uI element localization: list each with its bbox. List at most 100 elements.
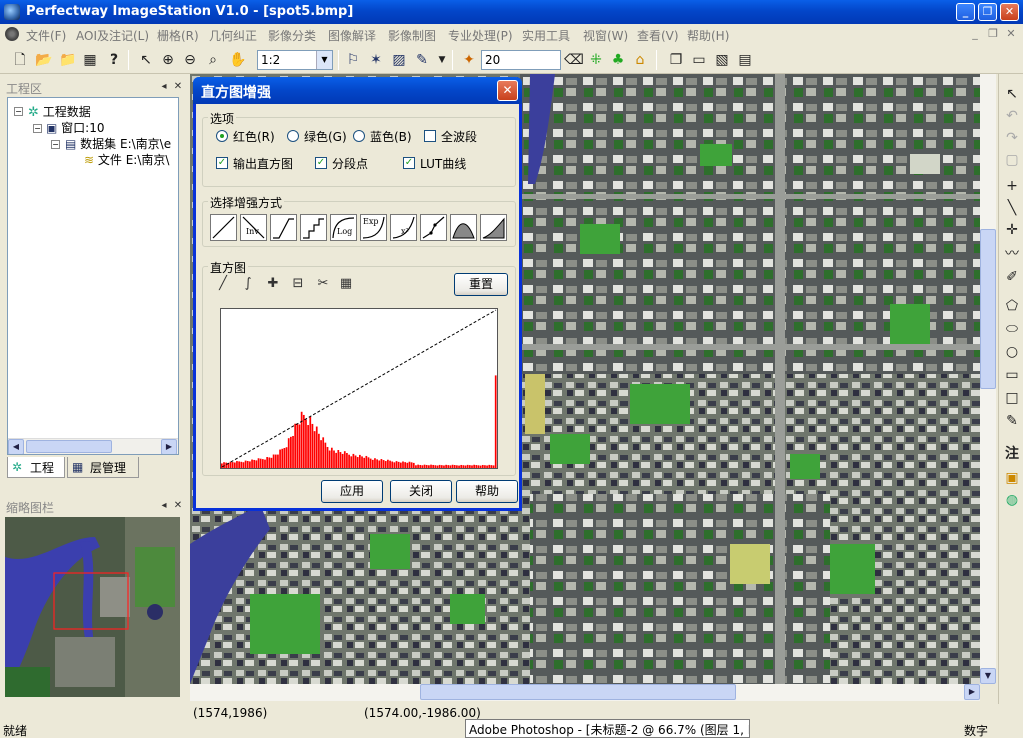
lut-curve-checkbox[interactable]: ✓ [403, 157, 415, 169]
annotation-icon[interactable]: 注 [1002, 444, 1022, 464]
equalize-method-button[interactable] [480, 214, 507, 241]
breakpoints-checkbox[interactable]: ✓ [315, 157, 327, 169]
grow-region-icon[interactable]: ⁜ [586, 50, 606, 70]
curve-tool-icon[interactable]: ∫ [237, 273, 259, 295]
menu-help[interactable]: 帮助(H) [687, 27, 729, 44]
square-icon[interactable]: □ [1002, 388, 1022, 408]
layer-stack-icon[interactable]: ❐ [666, 50, 686, 70]
thumbnail-view[interactable] [5, 517, 180, 697]
zoom-in-icon[interactable]: ⊕ [158, 50, 178, 70]
print-icon[interactable]: ▤ [735, 50, 755, 70]
radio-blue[interactable] [353, 130, 365, 142]
tree-expander[interactable]: − [14, 107, 23, 116]
erase-shape-icon[interactable]: ✎ [1002, 411, 1022, 431]
tree-item-window[interactable]: ▣ 窗口:10 [46, 119, 105, 136]
menu-professional[interactable]: 专业处理(P) [448, 27, 513, 44]
document-icon[interactable] [5, 27, 19, 41]
undo-icon[interactable]: ↶ [1002, 106, 1022, 126]
exp-method-button[interactable]: Exp [360, 214, 387, 241]
linear-method-button[interactable] [210, 214, 237, 241]
maximize-button[interactable]: ❐ [978, 3, 997, 21]
scroll-left-icon[interactable]: ◀ [8, 439, 24, 454]
eraser-icon[interactable]: ⌫ [564, 50, 584, 70]
scrollbar-thumb[interactable] [980, 229, 996, 389]
chevron-down-icon[interactable]: ▼ [316, 51, 332, 69]
circle-icon[interactable]: ○ [1002, 342, 1022, 362]
select-arrow-icon[interactable]: ↖ [1002, 84, 1022, 104]
menu-geometric[interactable]: 几何纠正 [209, 27, 257, 44]
line-icon[interactable]: ╲ [1002, 198, 1022, 218]
histogram-plot[interactable] [220, 308, 498, 469]
close-button[interactable]: ✕ [1000, 3, 1019, 21]
scroll-right-icon[interactable]: ▶ [964, 684, 980, 700]
pointer-icon[interactable]: ↖ [136, 50, 156, 70]
mdi-minimize-button[interactable]: _ [968, 27, 982, 41]
radio-red[interactable] [216, 130, 228, 142]
image-icon[interactable]: ▣ [1002, 468, 1022, 488]
zoom-window-icon[interactable]: ⌕ [203, 50, 223, 70]
straight-line-tool-icon[interactable]: ╱ [212, 273, 234, 295]
pen-icon[interactable]: ✎ [412, 50, 432, 70]
radio-green[interactable] [287, 130, 299, 142]
menu-raster[interactable]: 栅格(R) [157, 27, 199, 44]
polygon-icon[interactable]: ⬠ [1002, 296, 1022, 316]
point-plus-icon[interactable]: + [1002, 176, 1022, 196]
scissors-icon[interactable]: ✂ [312, 273, 334, 295]
help-icon[interactable]: ? [104, 50, 124, 70]
tree-item-project[interactable]: ✲ 工程数据 [28, 103, 91, 120]
open-folder-icon[interactable]: 📂 [34, 50, 54, 70]
tree-horizontal-scrollbar[interactable]: ◀ ▶ [8, 438, 178, 454]
panel-pin-icon[interactable]: ◂ [158, 81, 170, 93]
piecewise-method-button[interactable] [270, 214, 297, 241]
globe-icon[interactable]: ◍ [1002, 490, 1022, 510]
main-vertical-scrollbar[interactable]: ▼ [980, 74, 996, 684]
zoom-scale-combo[interactable]: 1:2 ▼ [257, 50, 333, 70]
open-project-icon[interactable]: 📁 [58, 50, 78, 70]
draw-tool-icon[interactable]: ▨ [389, 50, 409, 70]
pan-hand-icon[interactable]: ✋ [228, 50, 248, 70]
panel-close-icon[interactable]: ✕ [172, 500, 184, 512]
step-method-button[interactable] [300, 214, 327, 241]
inverse-method-button[interactable]: Inv [240, 214, 267, 241]
magic-wand-icon[interactable]: ✦ [459, 50, 479, 70]
measure-icon[interactable]: ⚐ [343, 50, 363, 70]
menu-window[interactable]: 视窗(W) [583, 27, 628, 44]
tree-item-file[interactable]: ≋ 文件 E:\南京\ [84, 151, 169, 168]
tree-item-dataset[interactable]: ▤ 数据集 E:\南京\e [65, 135, 171, 152]
panel-close-icon[interactable]: ✕ [172, 81, 184, 93]
tab-project[interactable]: ✲ 工程 [7, 457, 65, 478]
menu-view[interactable]: 查看(V) [637, 27, 679, 44]
output-histogram-checkbox[interactable]: ✓ [216, 157, 228, 169]
monitor-icon[interactable]: ▭ [689, 50, 709, 70]
save-icon[interactable]: ▦ [80, 50, 100, 70]
mdi-close-button[interactable]: ✕ [1004, 27, 1018, 41]
panel-pin-icon[interactable]: ◂ [158, 500, 170, 512]
close-dialog-button[interactable]: 关闭 [390, 480, 452, 503]
redo-icon[interactable]: ↷ [1002, 128, 1022, 148]
home-icon[interactable]: ⌂ [630, 50, 650, 70]
menu-utilities[interactable]: 实用工具 [522, 27, 570, 44]
tree-expander[interactable]: − [51, 140, 60, 149]
mdi-restore-button[interactable]: ❐ [986, 27, 1000, 41]
scroll-right-icon[interactable]: ▶ [161, 439, 177, 454]
menu-interpret[interactable]: 图像解译 [328, 27, 376, 44]
freehand-icon[interactable]: ✐ [1002, 267, 1022, 287]
rectangle-icon[interactable]: ▭ [1002, 365, 1022, 385]
apply-button[interactable]: 应用 [321, 480, 383, 503]
menu-aoi[interactable]: AOI及注记(L) [76, 27, 149, 44]
polyline-icon[interactable]: 〰 [1002, 244, 1022, 264]
edit-icon[interactable]: ▧ [712, 50, 732, 70]
all-bands-checkbox[interactable] [424, 130, 436, 142]
scrollbar-thumb[interactable] [420, 684, 736, 700]
clear-icon[interactable]: ▢ [1002, 150, 1022, 170]
table-icon[interactable]: ▦ [335, 273, 357, 295]
ellipse-icon[interactable]: ⬭ [1002, 319, 1022, 339]
help-button[interactable]: 帮助 [456, 480, 518, 503]
square-method-button[interactable]: x² [390, 214, 417, 241]
zoom-out-icon[interactable]: ⊖ [180, 50, 200, 70]
tree-expander[interactable]: − [33, 124, 42, 133]
cross-icon[interactable]: ✛ [1002, 220, 1022, 240]
log-method-button[interactable]: Log [330, 214, 357, 241]
tab-layers[interactable]: ▦ 层管理 [67, 457, 139, 478]
dialog-title-bar[interactable]: 直方图增强 ✕ [193, 77, 522, 104]
